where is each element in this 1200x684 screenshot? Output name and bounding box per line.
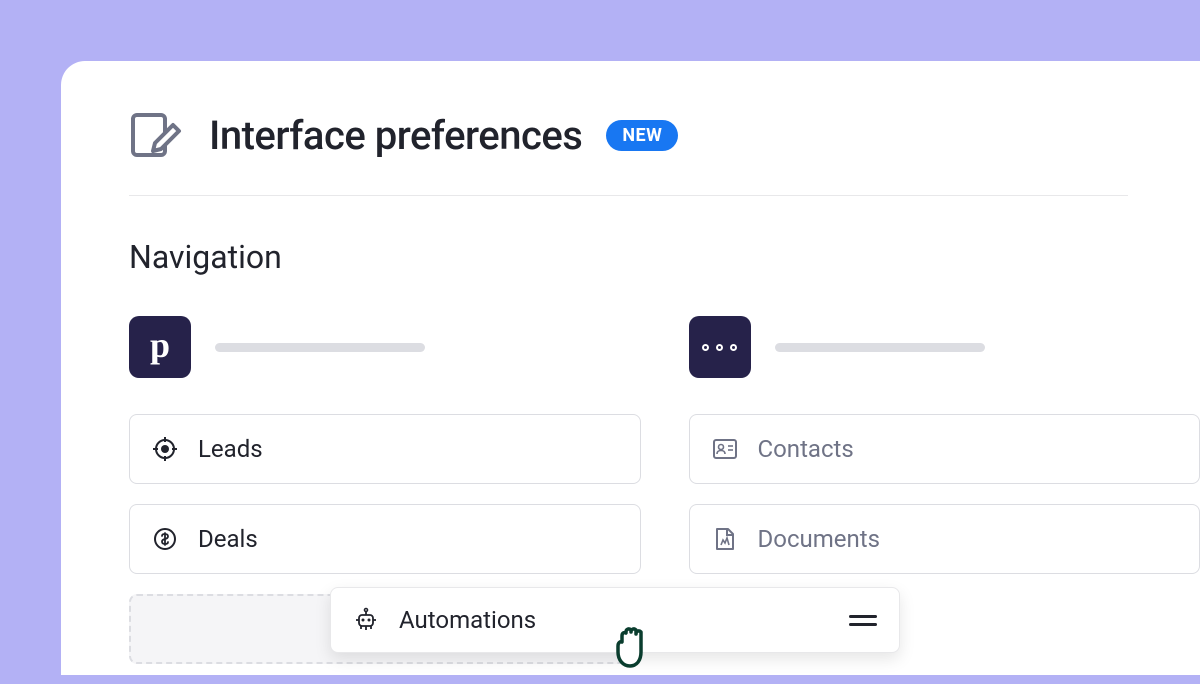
section-title-navigation: Navigation <box>129 238 1200 276</box>
primary-column-header: p <box>129 316 641 378</box>
edit-page-icon <box>129 111 185 159</box>
nav-item-label: Leads <box>198 435 263 463</box>
overflow-column-header <box>689 316 1200 378</box>
nav-item-label: Contacts <box>758 435 854 463</box>
contacts-icon <box>712 436 738 462</box>
page-title: Interface preferences <box>209 112 582 159</box>
more-menu-icon <box>689 316 751 378</box>
nav-item-contacts[interactable]: Contacts <box>689 414 1200 484</box>
nav-item-deals[interactable]: Deals <box>129 504 641 574</box>
app-logo-icon: p <box>129 316 191 378</box>
nav-item-label: Deals <box>198 525 258 553</box>
nav-item-documents[interactable]: Documents <box>689 504 1200 574</box>
settings-window: Interface preferences NEW Navigation p <box>61 61 1200 675</box>
dollar-icon <box>152 526 178 552</box>
placeholder-bar <box>215 343 425 352</box>
drag-handle-icon[interactable] <box>849 615 877 626</box>
robot-icon <box>353 607 379 633</box>
nav-item-label: Automations <box>399 606 536 634</box>
nav-item-leads[interactable]: Leads <box>129 414 641 484</box>
new-badge: NEW <box>606 120 678 151</box>
placeholder-bar <box>775 343 985 352</box>
documents-icon <box>712 526 738 552</box>
target-icon <box>152 436 178 462</box>
nav-item-automations-dragging[interactable]: Automations <box>330 587 900 653</box>
nav-item-label: Documents <box>758 525 881 553</box>
page-header: Interface preferences NEW <box>129 111 1128 196</box>
